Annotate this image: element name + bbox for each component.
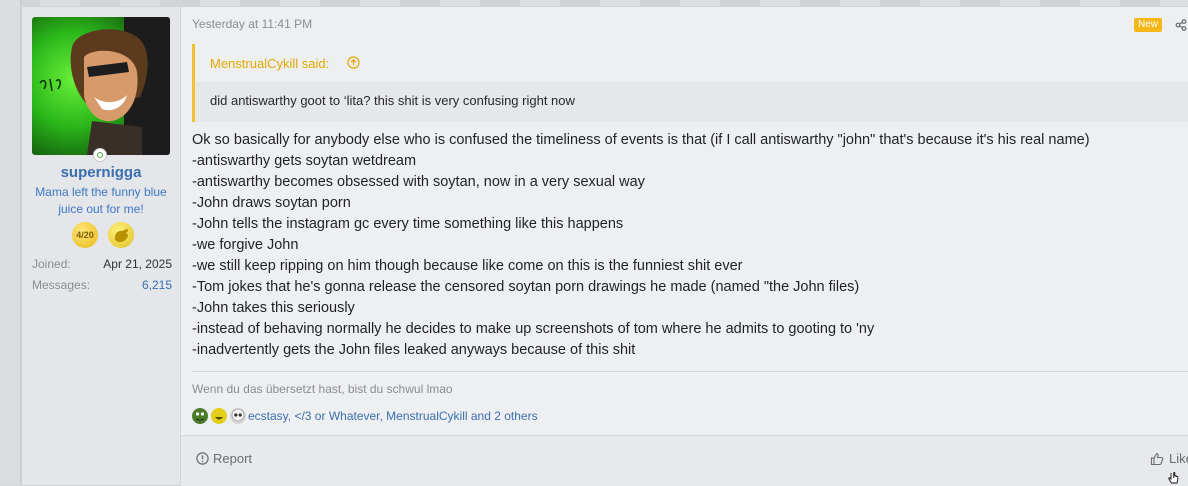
post-line: -we still keep ripping on him though bec… bbox=[192, 258, 743, 274]
signature: Wenn du das übersetzt hast, bist du schw… bbox=[192, 382, 453, 396]
stat-joined: Joined: Apr 21, 2025 bbox=[32, 257, 172, 273]
post-line: -we forgive John bbox=[192, 237, 299, 253]
share-icon[interactable] bbox=[1175, 19, 1187, 31]
skull-reaction-glyph bbox=[231, 408, 245, 422]
hand-cursor-icon bbox=[1168, 472, 1179, 484]
user-avatar[interactable] bbox=[32, 17, 170, 155]
frog-reaction-glyph bbox=[193, 409, 207, 423]
post-line: -John takes this seriously bbox=[192, 300, 355, 316]
post-footer: Report Like bbox=[181, 435, 1188, 486]
left-gutter bbox=[0, 0, 21, 484]
jump-to-quote-icon[interactable] bbox=[347, 56, 360, 69]
messages-label: Messages: bbox=[32, 278, 91, 292]
post-line: -Tom jokes that he's gonna release the c… bbox=[192, 279, 860, 295]
quote-block: MenstrualCykill said: did antiswarthy go… bbox=[192, 44, 1188, 122]
online-status-icon bbox=[93, 148, 107, 162]
like-label: Like bbox=[1169, 451, 1188, 466]
user-title: Mama left the funny blue juice out for m… bbox=[35, 185, 167, 216]
trophy-hand-glyph bbox=[114, 229, 129, 243]
new-badge: New bbox=[1134, 18, 1163, 32]
forum-post: supernigga Mama left the funny blue juic… bbox=[21, 6, 1188, 486]
messages-value[interactable]: 6,215 bbox=[142, 278, 172, 292]
report-label: Report bbox=[213, 451, 253, 466]
report-icon bbox=[196, 452, 209, 465]
post-line: Ok so basically for anybody else who is … bbox=[192, 132, 1090, 148]
thumbs-up-icon bbox=[1150, 452, 1164, 466]
signature-divider bbox=[192, 371, 1188, 372]
quote-text: did antiswarthy goot to ‘lita? this shit… bbox=[210, 93, 575, 108]
avatar-image bbox=[32, 17, 170, 155]
username[interactable]: supernigga bbox=[22, 164, 180, 181]
trophy-row: 4/20 bbox=[22, 222, 180, 252]
frog-reaction-icon bbox=[192, 408, 208, 424]
joined-value: Apr 21, 2025 bbox=[103, 257, 172, 271]
post-line: -instead of behaving normally he decides… bbox=[192, 321, 875, 337]
quote-header: MenstrualCykill said: bbox=[195, 44, 1188, 82]
post-date[interactable]: Yesterday at 11:41 PM bbox=[192, 17, 312, 31]
post-line: -John draws soytan porn bbox=[192, 195, 351, 211]
stat-messages: Messages: 6,215 bbox=[32, 278, 172, 294]
joined-label: Joined: bbox=[32, 257, 71, 271]
post-line: -inadvertently gets the John files leake… bbox=[192, 342, 636, 358]
trophy-hand-icon[interactable] bbox=[108, 222, 134, 248]
laugh-reaction-icon bbox=[211, 408, 227, 424]
reaction-users-link[interactable]: ecstasy, </3 or Whatever, MenstrualCykil… bbox=[248, 409, 538, 423]
user-sidebar: supernigga Mama left the funny blue juic… bbox=[22, 7, 181, 485]
post-main: Yesterday at 11:41 PM New MenstrualCykil… bbox=[181, 7, 1188, 486]
quote-author-link[interactable]: MenstrualCykill said: bbox=[210, 56, 329, 71]
laugh-reaction-glyph bbox=[212, 409, 226, 423]
post-line: -antiswarthy gets soytan wetdream bbox=[192, 153, 417, 169]
skull-reaction-icon bbox=[230, 408, 246, 424]
trophy-420-icon[interactable]: 4/20 bbox=[72, 222, 98, 248]
post-body: Ok so basically for anybody else who is … bbox=[192, 130, 1188, 361]
post-line: -John tells the instagram gc every time … bbox=[192, 216, 624, 232]
post-line: -antiswarthy becomes obsessed with soyta… bbox=[192, 174, 645, 190]
